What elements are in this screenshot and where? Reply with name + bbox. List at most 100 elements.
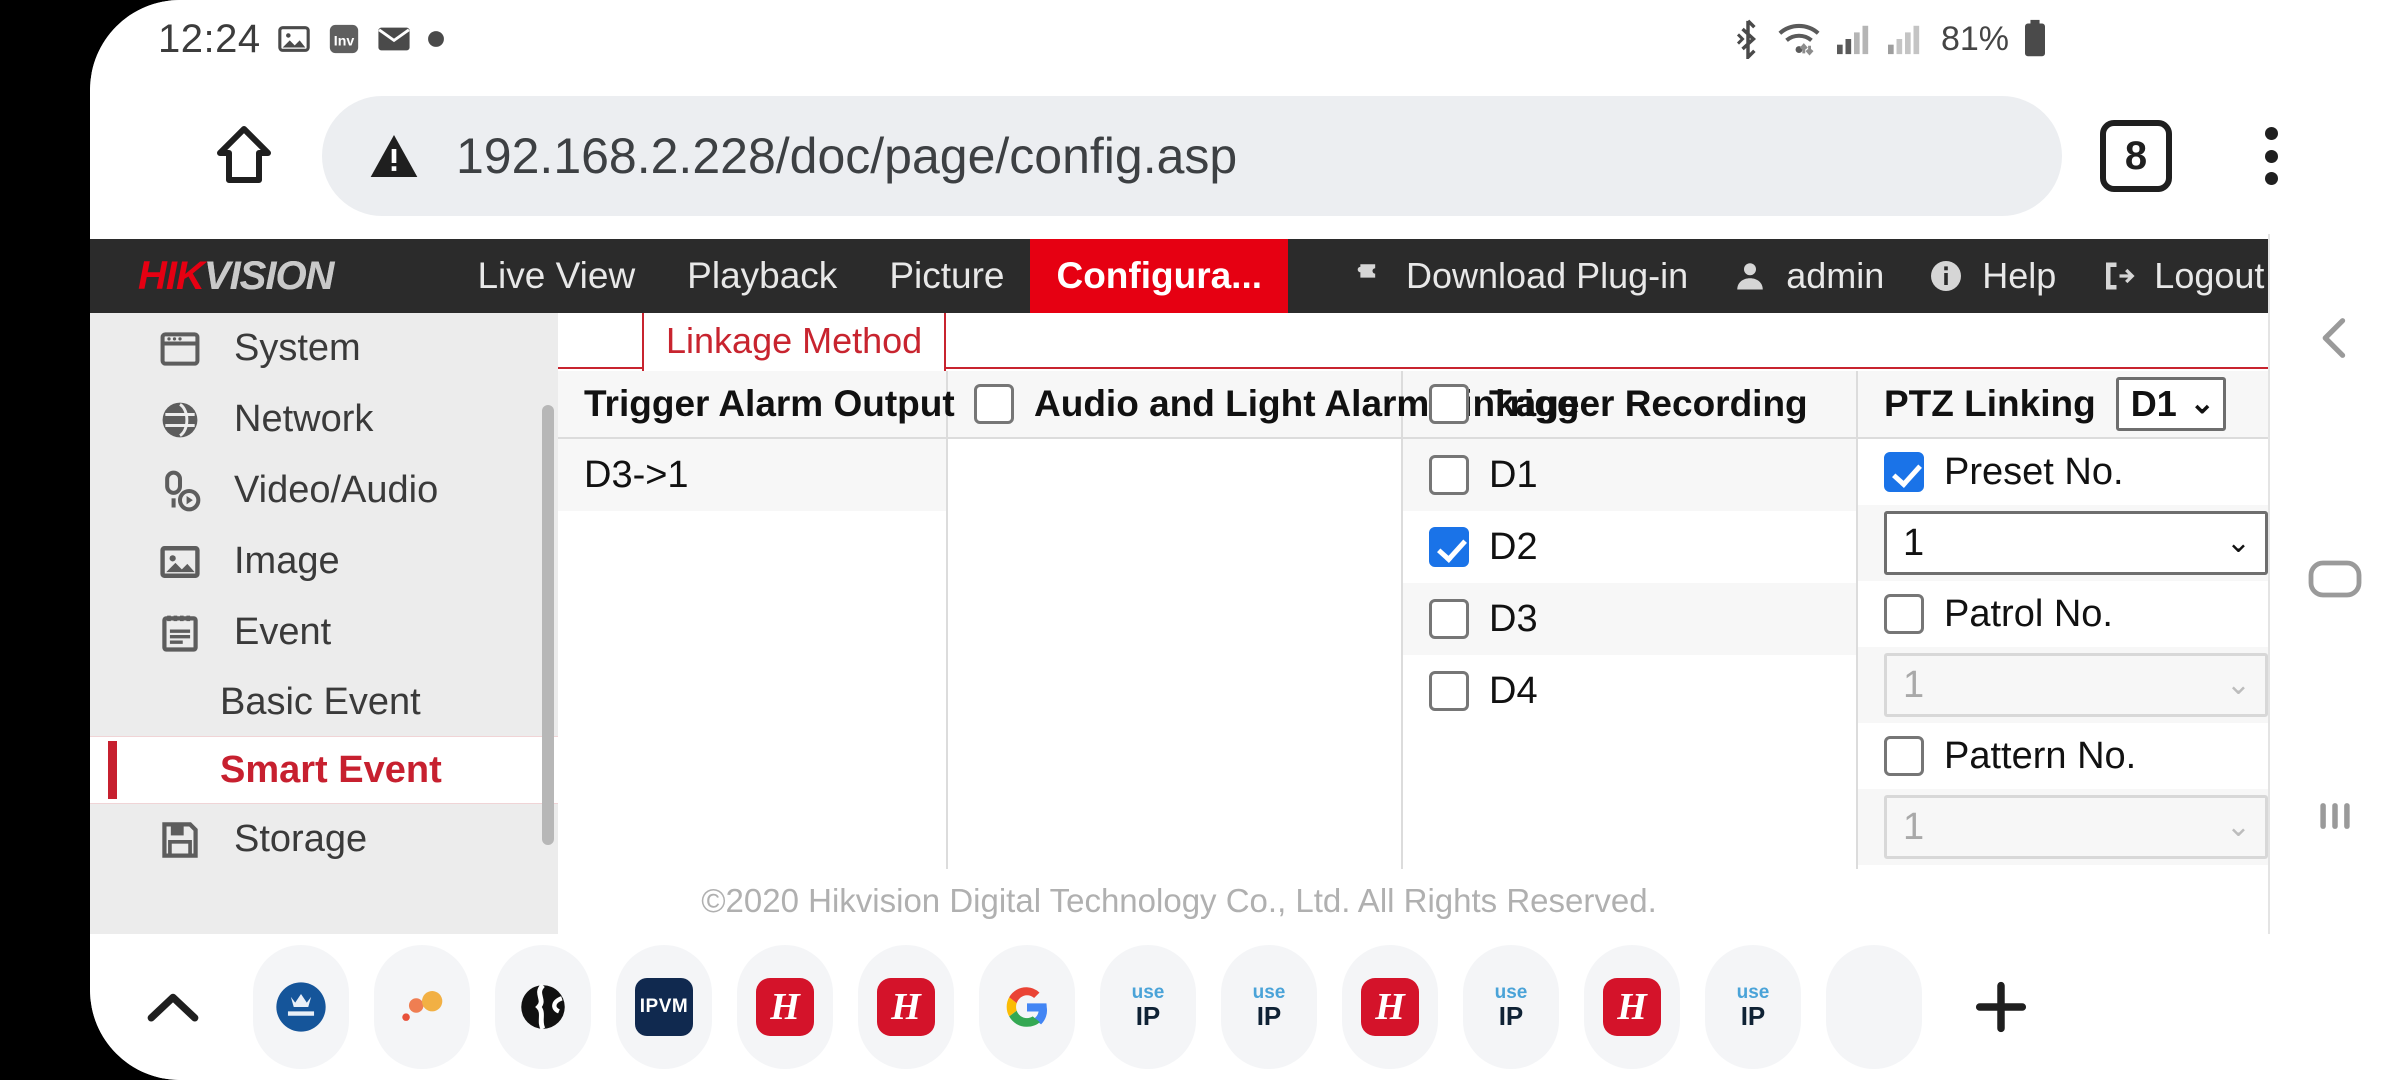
- preset-no-select[interactable]: 1 ⌄: [1884, 511, 2268, 575]
- label-d3: D3: [1489, 597, 1538, 640]
- patrol-no-row[interactable]: Patrol No.: [1884, 581, 2268, 647]
- logout-link[interactable]: Logout: [2100, 255, 2264, 297]
- dock-expand-button[interactable]: [118, 987, 228, 1027]
- help-label: Help: [1982, 255, 2057, 296]
- table-row[interactable]: D1: [1403, 439, 1856, 511]
- hikvision-bookmark-2[interactable]: H: [858, 945, 954, 1069]
- back-chevron-icon[interactable]: [2309, 312, 2361, 364]
- sidebar-scrollbar[interactable]: [542, 405, 554, 845]
- sidebar-item-system[interactable]: System: [90, 313, 558, 384]
- sidebar-label-system: System: [234, 327, 361, 369]
- useip-bottom-label: IP: [1498, 1001, 1524, 1032]
- header-label-ptz-linking: PTZ Linking: [1884, 383, 2096, 424]
- overflow-menu-icon[interactable]: [2235, 120, 2307, 192]
- tab-linkage-method[interactable]: Linkage Method: [642, 313, 947, 371]
- useip-bookmark-2[interactable]: use IP: [1221, 945, 1317, 1069]
- hikvision-bookmark-4[interactable]: H: [1584, 945, 1680, 1069]
- battery-percent: 81%: [1940, 19, 2009, 58]
- useip-top-label: use: [1494, 982, 1528, 1004]
- hotel-crest-bookmark[interactable]: [253, 945, 349, 1069]
- checkbox-preset-no[interactable]: [1884, 452, 1924, 492]
- url-bar[interactable]: 192.168.2.228/doc/page/config.asp: [322, 96, 2062, 216]
- help-link[interactable]: Help: [1928, 255, 2056, 297]
- useip-bookmark-4[interactable]: use IP: [1705, 945, 1801, 1069]
- hikvision-top-nav: HIK VISION Live View Playback Picture Con…: [90, 239, 2268, 313]
- phone-screen: 12:24 Inv 81% 192.168.2.228/doc/page/con…: [90, 0, 2400, 1080]
- sidebar-item-smart-event[interactable]: Smart Event: [90, 736, 558, 804]
- mail-icon: [377, 27, 410, 51]
- linkage-method-panel: Linkage Method Trigger Alarm Output Audi…: [558, 313, 2268, 934]
- header-label-trigger-recording: Trigger Recording: [1489, 383, 1808, 424]
- header-trigger-alarm-output: Trigger Alarm Output: [558, 371, 955, 437]
- user-account-link[interactable]: admin: [1732, 255, 1884, 297]
- sidebar-item-network[interactable]: Network: [90, 384, 558, 455]
- url-text: 192.168.2.228/doc/page/config.asp: [456, 128, 1238, 184]
- table-row[interactable]: D2: [1403, 511, 1856, 583]
- preset-no-row[interactable]: Preset No.: [1884, 439, 2268, 505]
- picture-icon: [160, 545, 200, 578]
- useip-bookmark-3[interactable]: use IP: [1463, 945, 1559, 1069]
- home-pill-icon[interactable]: [2307, 558, 2363, 600]
- globe-bookmark[interactable]: [495, 945, 591, 1069]
- not-secure-warning-icon[interactable]: [366, 128, 422, 184]
- sidebar-label-event: Event: [234, 611, 332, 653]
- nav-tab-playback[interactable]: Playback: [661, 239, 863, 313]
- useip-top-label: use: [1252, 982, 1286, 1004]
- hikvision-bookmark-1[interactable]: H: [737, 945, 833, 1069]
- nav-tab-configuration[interactable]: Configura...: [1030, 239, 1289, 313]
- header-label-trigger-alarm-output: Trigger Alarm Output: [584, 383, 955, 424]
- table-row[interactable]: D3: [1403, 583, 1856, 655]
- checkbox-pattern-no[interactable]: [1884, 736, 1924, 776]
- sidebar-item-video-audio[interactable]: Video/Audio: [90, 455, 558, 526]
- label-d1: D1: [1489, 453, 1538, 496]
- tab-counter-button[interactable]: 8: [2100, 120, 2172, 192]
- ptz-channel-select[interactable]: D1 ⌄: [2115, 377, 2226, 431]
- sidebar-item-basic-event[interactable]: Basic Event: [90, 668, 558, 736]
- home-button[interactable]: [188, 100, 300, 212]
- dots-icon: [402, 991, 443, 1021]
- chevron-down-icon: ⌄: [2189, 387, 2215, 420]
- checkbox-d2[interactable]: [1429, 527, 1469, 567]
- pattern-no-row[interactable]: Pattern No.: [1884, 723, 2268, 789]
- preset-no-value: 1: [1903, 521, 1925, 564]
- header-checkbox-audio-light[interactable]: [974, 384, 1014, 424]
- useip-bottom-label: IP: [1256, 1001, 1282, 1032]
- nav-tab-picture[interactable]: Picture: [863, 239, 1030, 313]
- download-plugin-link[interactable]: Download Plug-in: [1350, 255, 1688, 297]
- checkbox-d1[interactable]: [1429, 455, 1469, 495]
- window-icon: [160, 331, 200, 366]
- table-row[interactable]: D3->1: [558, 439, 946, 511]
- checkbox-patrol-no[interactable]: [1884, 594, 1924, 634]
- sidebar-label-smart-event: Smart Event: [220, 748, 442, 791]
- nav-tab-live-view[interactable]: Live View: [451, 239, 661, 313]
- useip-top-label: use: [1736, 982, 1770, 1004]
- chevron-down-icon: ⌄: [2225, 526, 2251, 559]
- main-nav-tabs: Live View Playback Picture Configura...: [451, 239, 1289, 313]
- useip-bookmark-1[interactable]: use IP: [1100, 945, 1196, 1069]
- download-plugin-label: Download Plug-in: [1406, 255, 1689, 296]
- checkbox-d4[interactable]: [1429, 671, 1469, 711]
- ipvm-label: IPVM: [635, 978, 693, 1036]
- checkbox-d3[interactable]: [1429, 599, 1469, 639]
- home-icon: [217, 126, 271, 183]
- recents-bars-icon[interactable]: [2313, 794, 2357, 838]
- google-bookmark[interactable]: [979, 945, 1075, 1069]
- header-checkbox-trigger-recording[interactable]: [1429, 384, 1469, 424]
- add-bookmark-button[interactable]: [1956, 975, 2046, 1039]
- useip-bottom-label: IP: [1135, 1001, 1161, 1032]
- partial-bookmark[interactable]: [1826, 945, 1922, 1069]
- patrol-no-value: 1: [1903, 663, 1925, 706]
- useip-top-label: use: [1131, 982, 1165, 1004]
- linkage-table: Trigger Alarm Output Audio and Light Ala…: [558, 371, 2268, 869]
- sidebar-label-network: Network: [234, 398, 374, 440]
- sidebar-item-event[interactable]: Event: [90, 597, 558, 668]
- ipvm-bookmark[interactable]: IPVM: [616, 945, 712, 1069]
- sidebar-item-image[interactable]: Image: [90, 526, 558, 597]
- hikvision-logo[interactable]: HIK VISION: [138, 239, 335, 313]
- sidebar-item-storage[interactable]: Storage: [90, 804, 558, 875]
- svg-text:Inv: Inv: [333, 33, 354, 49]
- table-row[interactable]: D4: [1403, 655, 1856, 727]
- logo-vision-text: VISION: [203, 253, 335, 298]
- hikvision-bookmark-3[interactable]: H: [1342, 945, 1438, 1069]
- dots-bookmark[interactable]: [374, 945, 470, 1069]
